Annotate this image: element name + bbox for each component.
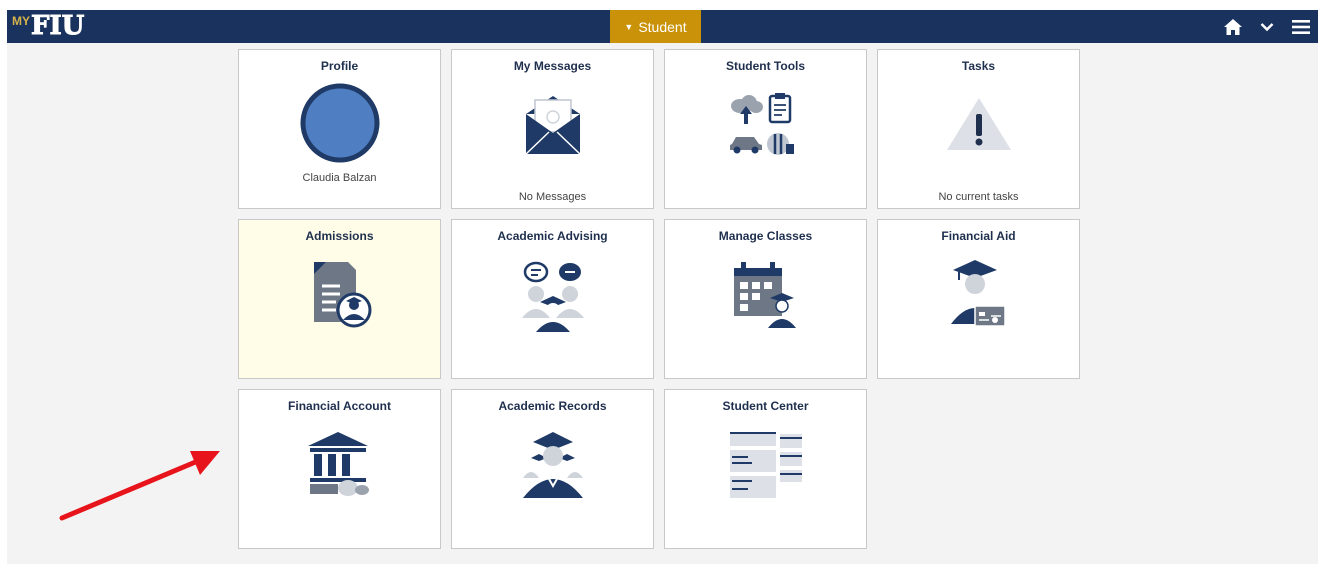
logo-my-text: MY bbox=[12, 14, 30, 28]
tile-title: Student Tools bbox=[725, 59, 806, 73]
tile-title: Manage Classes bbox=[718, 229, 813, 243]
student-center-layout-icon bbox=[729, 432, 802, 503]
tile-student-center[interactable]: Student Center bbox=[664, 389, 867, 549]
tasks-status: No current tasks bbox=[938, 191, 1019, 203]
tile-financial-aid[interactable]: Financial Aid bbox=[877, 219, 1080, 379]
profile-name: Claudia Balzan bbox=[302, 172, 377, 184]
homepage-canvas: MY FIU ▼ Student Profile Claudia Balzan … bbox=[7, 10, 1318, 564]
chevron-down-icon[interactable] bbox=[1250, 10, 1284, 43]
homepage-selector-label: Student bbox=[638, 18, 687, 35]
envelope-icon bbox=[522, 92, 584, 159]
warning-icon bbox=[945, 96, 1013, 157]
tile-academic-records[interactable]: Academic Records bbox=[451, 389, 654, 549]
tile-student-tools[interactable]: Student Tools bbox=[664, 49, 867, 209]
hamburger-menu-icon[interactable] bbox=[1284, 10, 1318, 43]
homepage-selector-button[interactable]: ▼ Student bbox=[610, 10, 701, 43]
calendar-student-icon bbox=[730, 262, 802, 333]
tile-manage-classes[interactable]: Manage Classes bbox=[664, 219, 867, 379]
tile-academic-advising[interactable]: Academic Advising bbox=[451, 219, 654, 379]
tile-title: Profile bbox=[320, 59, 359, 73]
admissions-document-icon bbox=[308, 260, 372, 337]
tile-title: Academic Records bbox=[498, 399, 607, 413]
tile-title: Student Center bbox=[722, 399, 809, 413]
caret-down-icon: ▼ bbox=[624, 21, 634, 32]
tile-title: Financial Account bbox=[288, 399, 391, 413]
page: MY FIU ▼ Student Profile Claudia Balzan … bbox=[0, 0, 1318, 564]
student-tools-icon bbox=[726, 92, 806, 163]
header-actions bbox=[1216, 10, 1318, 43]
tile-title: Financial Aid bbox=[941, 229, 1016, 243]
tile-profile[interactable]: Profile Claudia Balzan bbox=[238, 49, 441, 209]
bank-building-icon bbox=[304, 432, 376, 503]
tile-title: Academic Advising bbox=[497, 229, 608, 243]
graduate-records-icon bbox=[517, 430, 589, 505]
tile-my-messages[interactable]: My Messages No Messages bbox=[451, 49, 654, 209]
tile-title: Tasks bbox=[961, 59, 996, 73]
financial-aid-icon bbox=[947, 258, 1011, 335]
home-icon[interactable] bbox=[1216, 10, 1250, 43]
tile-title: Admissions bbox=[305, 229, 374, 243]
myfiu-logo[interactable]: MY FIU bbox=[12, 11, 85, 41]
tile-financial-account[interactable]: Financial Account bbox=[238, 389, 441, 549]
messages-status: No Messages bbox=[518, 191, 587, 203]
header-bar: MY FIU ▼ Student bbox=[7, 10, 1318, 43]
profile-avatar-icon bbox=[300, 83, 380, 168]
tile-tasks[interactable]: Tasks No current tasks bbox=[877, 49, 1080, 209]
tile-admissions[interactable]: Admissions bbox=[238, 219, 441, 379]
advising-people-icon bbox=[518, 260, 588, 337]
logo-fiu-text: FIU bbox=[30, 11, 85, 41]
tile-title: My Messages bbox=[513, 59, 592, 73]
